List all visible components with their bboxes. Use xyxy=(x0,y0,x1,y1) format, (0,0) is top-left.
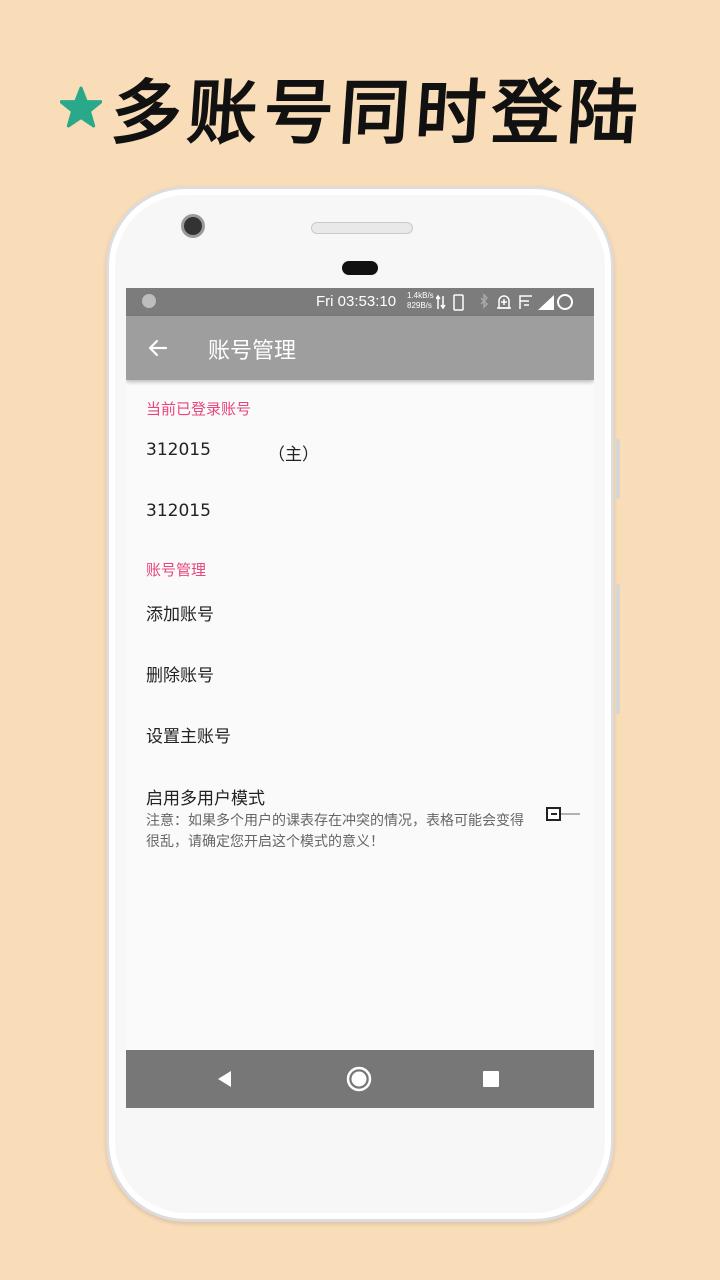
nav-bar xyxy=(126,1050,594,1108)
delete-account-item[interactable]: 删除账号 xyxy=(146,661,214,686)
section-title-current: 当前已登录账号 xyxy=(146,400,252,418)
phone-icon xyxy=(453,294,464,311)
notification-icon xyxy=(142,294,156,308)
nav-home-icon[interactable] xyxy=(346,1066,372,1092)
account-id: 312015 xyxy=(146,501,211,521)
section-title-manage: 账号管理 xyxy=(146,561,207,579)
status-bar: Fri 03:53:10 1.4kB/s 829B/s xyxy=(126,288,594,316)
speaker-grille xyxy=(311,222,413,234)
status-icons xyxy=(436,293,573,311)
phone-screen: Fri 03:53:10 1.4kB/s 829B/s 账号管理 当前已登录账号 xyxy=(126,288,594,1108)
data-transfer-icon xyxy=(436,294,446,310)
bluetooth-icon xyxy=(480,293,488,309)
net-up: 1.4kB/s xyxy=(407,291,434,300)
status-time: Fri 03:53:10 xyxy=(316,293,397,310)
network-speed: 1.4kB/s 829B/s xyxy=(407,291,434,311)
back-arrow-icon[interactable] xyxy=(146,336,170,360)
front-camera xyxy=(184,217,202,235)
net-down: 829B/s xyxy=(407,301,432,310)
multi-user-label: 启用多用户模式 xyxy=(146,789,265,809)
signal-f-icon xyxy=(519,295,532,309)
page-title: 账号管理 xyxy=(208,339,297,364)
promo-heading: 多账号同时登陆 xyxy=(60,62,646,154)
earpiece xyxy=(342,261,378,275)
power-button xyxy=(616,439,620,499)
wifi-ring-icon xyxy=(557,294,573,310)
multi-user-summary: 注意：如果多个用户的课表存在冲突的情况，表格可能会变得很乱，请确定您开启这个模式… xyxy=(146,813,524,850)
multi-user-switch[interactable] xyxy=(546,806,582,822)
set-main-account-item[interactable]: 设置主账号 xyxy=(146,722,231,747)
nav-back-icon[interactable] xyxy=(214,1068,236,1090)
account-id: 312015 xyxy=(146,440,211,460)
account-item[interactable]: 312015 （主） xyxy=(146,440,319,465)
multi-user-setting[interactable]: 启用多用户模式 注意：如果多个用户的课表存在冲突的情况，表格可能会变得很乱，请确… xyxy=(146,784,586,853)
nav-recents-icon[interactable] xyxy=(483,1071,499,1087)
alarm-icon xyxy=(497,295,511,309)
star-icon xyxy=(60,86,102,128)
main-account-tag: （主） xyxy=(268,445,319,465)
volume-button xyxy=(616,584,620,714)
app-bar: 账号管理 xyxy=(126,316,594,380)
cell-signal-icon xyxy=(538,295,554,310)
add-account-item[interactable]: 添加账号 xyxy=(146,600,214,625)
account-item[interactable]: 312015 xyxy=(146,501,211,521)
promo-title: 多账号同时登陆 xyxy=(108,71,647,154)
